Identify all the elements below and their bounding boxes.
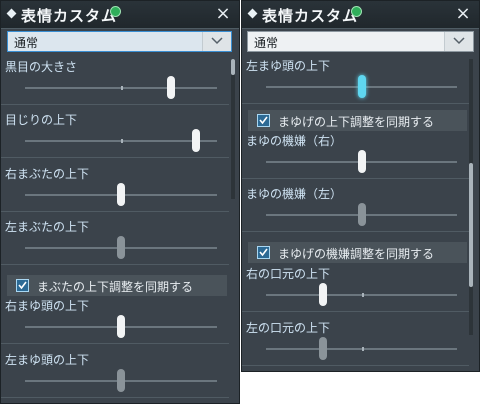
slider-label: 黒目の大きさ	[5, 60, 78, 74]
preset-selected-value: 通常	[14, 36, 39, 50]
status-badge-icon	[110, 6, 121, 17]
slider-center-mark	[361, 347, 364, 351]
scrollbar[interactable]	[231, 59, 235, 199]
slider-label: まゆの機嫌（左）	[246, 187, 343, 201]
checkbox-label: まぶたの上下調整を同期する	[37, 280, 194, 294]
checkbox-label: まゆげの機嫌調整を同期する	[278, 247, 435, 261]
slider-thumb[interactable]	[191, 129, 200, 152]
slider-label: 右まゆ頭の上下	[5, 299, 90, 313]
slider-thumb[interactable]	[117, 315, 125, 338]
slider-track[interactable]	[25, 369, 217, 392]
panel-title: 表情カスタム	[21, 7, 118, 25]
slider-label: 左まゆ頭の上下	[246, 59, 331, 73]
title-diamond-icon	[247, 8, 258, 19]
sync-eyebrow-mood-checkbox-row[interactable]: まゆげの機嫌調整を同期する	[248, 242, 467, 263]
slider-row: 右の口元の上下	[242, 265, 469, 312]
sync-eyelid-checkbox-row[interactable]: まぶたの上下調整を同期する	[7, 275, 227, 296]
slider-thumb[interactable]	[319, 337, 328, 360]
slider-thumb[interactable]	[166, 76, 175, 99]
slider-row: 左まゆ頭の上下	[242, 57, 469, 104]
slider-thumb[interactable]	[357, 203, 366, 226]
title-diamond-icon	[6, 8, 17, 19]
slider-center-mark	[361, 293, 364, 297]
slider-thumb[interactable]	[357, 75, 366, 98]
checkbox-label: まゆげの上下調整を同期する	[278, 115, 435, 129]
scrollbar[interactable]	[469, 59, 473, 335]
expression-custom-panel-left: 表情カスタム × 通常 黒目の大きさ 目じりの上下 右まぶたの上下 左まぶたの上…	[0, 0, 240, 404]
slider-track[interactable]	[266, 150, 457, 173]
slider-label: 左まゆ頭の上下	[5, 353, 90, 367]
slider-thumb[interactable]	[319, 283, 328, 306]
slider-thumb[interactable]	[117, 236, 125, 259]
chevron-down-icon[interactable]	[202, 32, 231, 51]
slider-label: まゆの機嫌（右）	[246, 134, 343, 148]
scroll-thumb[interactable]	[231, 59, 235, 75]
slider-track[interactable]	[266, 337, 457, 360]
slider-track[interactable]	[25, 76, 217, 99]
slider-row: まゆの機嫌（左）	[242, 185, 469, 232]
slider-row: 左まゆ頭の上下	[1, 351, 229, 398]
panel-title: 表情カスタム	[262, 7, 359, 25]
sync-eyebrow-mood-checkbox[interactable]	[257, 246, 270, 259]
preset-dropdown[interactable]: 通常	[247, 31, 474, 52]
chevron-down-icon[interactable]	[444, 32, 473, 51]
slider-track[interactable]	[25, 183, 217, 206]
slider-track[interactable]	[266, 75, 457, 98]
slider-center-mark	[121, 139, 123, 143]
slider-row: 左の口元の上下	[242, 319, 469, 366]
title-bar[interactable]: 表情カスタム ×	[242, 1, 479, 29]
slider-thumb[interactable]	[117, 369, 125, 392]
preset-selected-value: 通常	[254, 36, 279, 50]
close-button[interactable]: ×	[214, 4, 232, 24]
slider-center-mark	[121, 86, 123, 90]
slider-row: 右まぶたの上下	[1, 165, 229, 212]
close-button[interactable]: ×	[454, 4, 472, 24]
slider-row: 左まぶたの上下	[1, 218, 229, 265]
sync-eyelid-checkbox[interactable]	[16, 279, 29, 292]
slider-track[interactable]	[25, 315, 217, 338]
sync-eyebrow-checkbox[interactable]	[257, 114, 270, 127]
sync-eyebrow-checkbox-row[interactable]: まゆげの上下調整を同期する	[248, 110, 467, 131]
slider-label: 目じりの上下	[5, 113, 78, 127]
scroll-thumb[interactable]	[469, 163, 473, 287]
preset-dropdown[interactable]: 通常	[7, 31, 232, 52]
slider-label: 右まぶたの上下	[5, 167, 90, 181]
status-badge-icon	[351, 6, 362, 17]
slider-label: 左の口元の上下	[246, 321, 331, 335]
slider-track[interactable]	[266, 203, 457, 226]
expression-custom-panel-right: 表情カスタム × 通常 左まゆ頭の上下 まゆげの上下調整を同期する まゆの機嫌（…	[241, 0, 480, 372]
slider-track[interactable]	[25, 236, 217, 259]
slider-thumb[interactable]	[117, 183, 125, 206]
slider-label: 左まぶたの上下	[5, 220, 90, 234]
title-bar[interactable]: 表情カスタム ×	[1, 1, 239, 29]
slider-track[interactable]	[266, 283, 457, 306]
slider-row: まゆの機嫌（右）	[242, 132, 469, 179]
slider-row: 右まゆ頭の上下	[1, 297, 229, 344]
slider-track[interactable]	[25, 129, 217, 152]
slider-row: 黒目の大きさ	[1, 58, 229, 105]
slider-label: 右の口元の上下	[246, 267, 331, 281]
slider-thumb[interactable]	[357, 150, 366, 173]
slider-row: 目じりの上下	[1, 111, 229, 158]
